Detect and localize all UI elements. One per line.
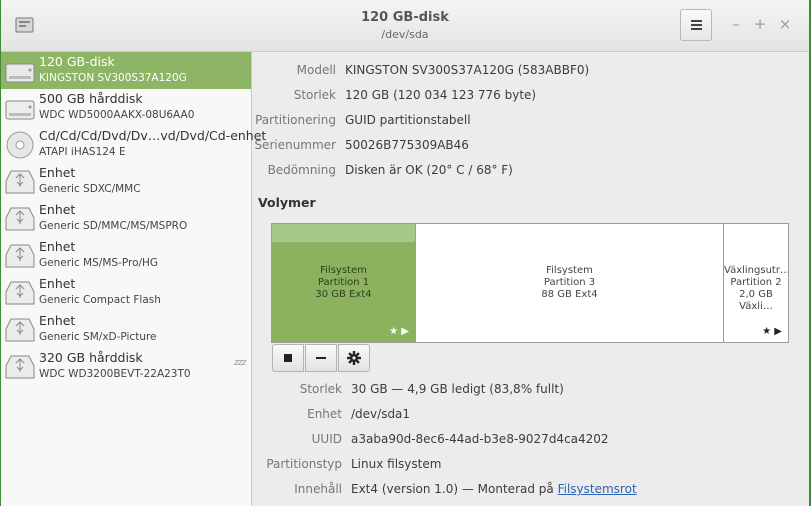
device-name: Enhet xyxy=(39,239,76,254)
serial-value: 50026B775309AB46 xyxy=(345,138,469,152)
volume-map: Filsystem Partition 1 30 GB Ext4 ★ ▶ Fil… xyxy=(271,223,789,343)
segment-partition: Partition 3 xyxy=(543,277,596,288)
device-detail: KINGSTON SV300S37A120G xyxy=(39,72,187,84)
uuid-label: UUID xyxy=(311,432,342,446)
device-label: Enhet xyxy=(307,407,342,421)
usb-drive-icon xyxy=(5,281,35,305)
device-name: Enhet xyxy=(39,313,76,328)
partition-options-button[interactable] xyxy=(338,344,370,372)
gear-icon xyxy=(347,351,361,365)
assessment-label: Bedömning xyxy=(267,163,336,177)
device-detail: WDC WD3200BEVT-22A23T0 xyxy=(39,368,191,380)
segment-partition: Partition 1 xyxy=(317,277,370,288)
disk-details: Modell KINGSTON SV300S37A120G (583ABBF0)… xyxy=(252,52,809,506)
segment-type: Filsystem xyxy=(320,265,367,276)
device-name: 120 GB-disk xyxy=(39,54,115,69)
usb-drive-icon xyxy=(5,318,35,342)
segment-size: 30 GB Ext4 xyxy=(315,289,372,300)
device-name: Cd/Cd/Cd/Dvd/Dv…vd/Dvd/Cd-enhet xyxy=(39,128,267,143)
device-detail: WDC WD5000AAKX-08U6AA0 xyxy=(39,109,195,121)
stop-icon xyxy=(284,354,292,362)
device-item-ms-pro[interactable]: Enhet Generic MS/MS-Pro/HG xyxy=(1,237,251,274)
device-value: /dev/sda1 xyxy=(351,407,411,421)
device-item-120gb[interactable]: 120 GB-disk KINGSTON SV300S37A120G xyxy=(1,52,251,89)
contents-value: Ext4 (version 1.0) — Monterad på xyxy=(351,482,554,496)
device-item-xd-picture[interactable]: Enhet Generic SM/xD-Picture xyxy=(1,311,251,348)
maximize-button[interactable]: + xyxy=(753,17,767,32)
device-name: Enhet xyxy=(39,202,76,217)
usb-drive-icon xyxy=(5,207,35,231)
segment-size: 2,0 GB Växli… xyxy=(739,289,773,312)
usb-drive-icon xyxy=(5,355,35,379)
optical-disc-icon xyxy=(6,131,34,159)
device-list: 120 GB-disk KINGSTON SV300S37A120G 500 G… xyxy=(1,52,266,506)
device-item-500gb[interactable]: 500 GB hårddisk WDC WD5000AAKX-08U6AA0 xyxy=(1,89,251,126)
size-label: Storlek xyxy=(293,88,336,102)
segment-type: Växlingsutr… xyxy=(724,265,788,276)
device-name: Enhet xyxy=(39,165,76,180)
model-value: KINGSTON SV300S37A120G (583ABBF0) xyxy=(345,63,590,77)
partitioning-label: Partitionering xyxy=(255,113,336,127)
partition-size-label: Storlek xyxy=(299,382,342,396)
device-item-320gb[interactable]: 320 GB hårddisk WDC WD3200BEVT-22A23T0 z… xyxy=(1,348,251,385)
mounted-star-icon: ★ ▶ xyxy=(389,326,409,337)
partition-3-segment[interactable]: Filsystem Partition 3 88 GB Ext4 xyxy=(416,224,724,342)
contents-label: Innehåll xyxy=(294,482,342,496)
partitioning-value: GUID partitionstabell xyxy=(345,113,471,127)
partition-size-value: 30 GB — 4,9 GB ledigt (83,8% fullt) xyxy=(351,382,564,396)
device-detail: Generic Compact Flash xyxy=(39,294,161,306)
partition-type-label: Partitionstyp xyxy=(266,457,342,471)
volumes-heading: Volymer xyxy=(258,195,316,210)
delete-partition-button[interactable] xyxy=(305,344,337,372)
partition-2-segment[interactable]: Växlingsutr… Partition 2 2,0 GB Växli… ★… xyxy=(724,224,788,342)
partition-1-segment[interactable]: Filsystem Partition 1 30 GB Ext4 ★ ▶ xyxy=(272,224,416,342)
close-button[interactable]: × xyxy=(778,17,792,32)
drive-icon xyxy=(5,100,35,120)
device-detail: ATAPI iHAS124 E xyxy=(39,146,126,158)
device-name: Enhet xyxy=(39,276,76,291)
volume-toolbar xyxy=(272,344,370,372)
device-item-optical[interactable]: Cd/Cd/Cd/Dvd/Dv…vd/Dvd/Cd-enhet ATAPI iH… xyxy=(1,126,266,163)
model-label: Modell xyxy=(296,63,336,77)
serial-label: Serienummer xyxy=(254,138,336,152)
unmount-button[interactable] xyxy=(272,344,304,372)
device-detail: Generic SD/MMC/MS/MSPRO xyxy=(39,220,188,232)
drive-icon xyxy=(5,63,35,83)
segment-partition: Partition 2 xyxy=(730,277,782,288)
device-name: 500 GB hårddisk xyxy=(39,91,143,106)
device-item-compact-flash[interactable]: Enhet Generic Compact Flash xyxy=(1,274,251,311)
hamburger-icon xyxy=(691,20,702,22)
uuid-value: a3aba90d-8ec6-44ad-b3e8-9027d4ca4202 xyxy=(351,432,609,446)
minus-icon xyxy=(316,357,326,359)
device-detail: Generic SDXC/MMC xyxy=(39,183,141,195)
mount-point-link[interactable]: Filsystemsrot xyxy=(558,482,637,496)
disks-window: 120 GB-disk /dev/sda – + × 120 GB-disk K… xyxy=(1,0,809,506)
usb-drive-icon xyxy=(5,170,35,194)
swap-star-icon: ★ ▶ xyxy=(762,326,782,337)
device-name: 320 GB hårddisk xyxy=(39,350,143,365)
assessment-value: Disken är OK (20° C / 68° F) xyxy=(345,163,513,177)
device-detail: Generic SM/xD-Picture xyxy=(39,331,157,343)
sleep-icon: zzz xyxy=(234,358,246,368)
usb-drive-icon xyxy=(5,244,35,268)
segment-type: Filsystem xyxy=(546,265,593,276)
device-detail: Generic MS/MS-Pro/HG xyxy=(39,257,159,269)
device-item-sdxc[interactable]: Enhet Generic SDXC/MMC xyxy=(1,163,251,200)
menu-button[interactable] xyxy=(680,9,712,41)
segment-size: 88 GB Ext4 xyxy=(541,289,598,300)
header-bar: 120 GB-disk /dev/sda – + × xyxy=(1,0,809,52)
minimize-button[interactable]: – xyxy=(729,17,743,32)
device-item-sd-mspro[interactable]: Enhet Generic SD/MMC/MS/MSPRO xyxy=(1,200,251,237)
size-value: 120 GB (120 034 123 776 byte) xyxy=(345,88,537,102)
partition-type-value: Linux filsystem xyxy=(351,457,442,471)
